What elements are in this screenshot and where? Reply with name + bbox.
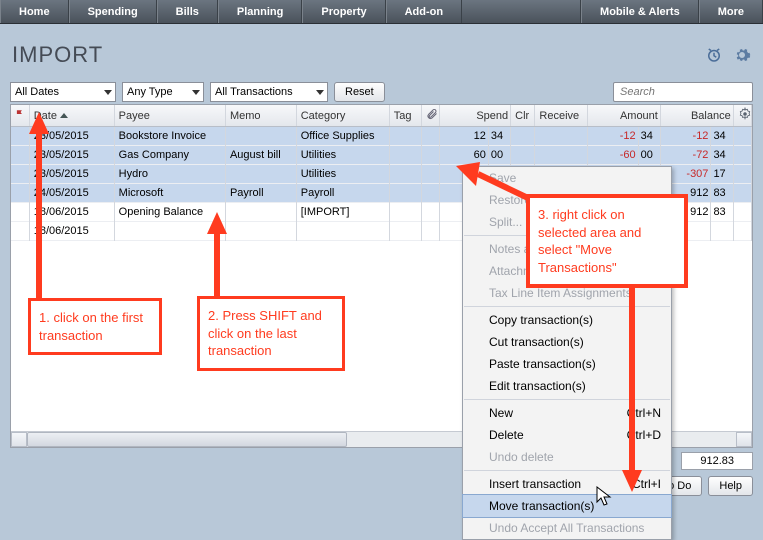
col-balance[interactable]: Balance <box>660 105 733 127</box>
nav-planning[interactable]: Planning <box>218 0 302 23</box>
col-payee[interactable]: Payee <box>114 105 225 127</box>
nav-home[interactable]: Home <box>0 0 69 23</box>
nav-mobile[interactable]: Mobile & Alerts <box>581 0 699 23</box>
col-settings[interactable] <box>733 105 751 127</box>
col-memo[interactable]: Memo <box>225 105 296 127</box>
col-clr[interactable]: Clr <box>511 105 535 127</box>
nav-property[interactable]: Property <box>302 0 385 23</box>
gear-icon[interactable] <box>733 46 751 64</box>
col-category[interactable]: Category <box>296 105 389 127</box>
arrow-1 <box>27 112 51 300</box>
col-spend[interactable]: Spend <box>440 105 511 127</box>
sort-asc-icon <box>60 113 68 118</box>
mouse-cursor-icon <box>596 486 612 509</box>
help-button[interactable]: Help <box>708 476 753 496</box>
col-tag[interactable]: Tag <box>389 105 421 127</box>
col-receive[interactable]: Receive <box>535 105 588 127</box>
nav-more[interactable]: More <box>699 0 763 23</box>
ctx-undo-accept: Undo Accept All Transactions <box>463 517 671 539</box>
annotation-3: 3. right click on selected area and sele… <box>526 194 688 288</box>
top-nav: Home Spending Bills Planning Property Ad… <box>0 0 763 24</box>
filter-dates[interactable]: All Dates <box>10 82 116 102</box>
page-title: IMPORT <box>12 42 103 68</box>
col-amount[interactable]: Amount <box>588 105 661 127</box>
reminder-clock-icon[interactable] <box>705 46 723 64</box>
filter-transactions[interactable]: All Transactions <box>210 82 328 102</box>
ctx-move[interactable]: Move transaction(s) <box>462 494 672 518</box>
nav-spacer <box>462 0 581 23</box>
annotation-2: 2. Press SHIFT and click on the last tra… <box>197 296 345 371</box>
nav-bills[interactable]: Bills <box>157 0 218 23</box>
annotation-1: 1. click on the first transaction <box>28 298 162 355</box>
arrow-3b <box>620 254 644 492</box>
table-row[interactable]: 23/05/2015Bookstore InvoiceOffice Suppli… <box>11 127 752 146</box>
col-attachment[interactable] <box>422 105 440 127</box>
column-headers: Date Payee Memo Category Tag Spend Clr R… <box>11 105 752 127</box>
table-row[interactable]: 23/05/2015Gas CompanyAugust billUtilitie… <box>11 146 752 165</box>
nav-spending[interactable]: Spending <box>69 0 157 23</box>
reset-button[interactable]: Reset <box>334 82 385 102</box>
arrow-2 <box>205 212 229 298</box>
search-input[interactable] <box>613 82 753 102</box>
balance-total: 912.83 <box>681 452 753 470</box>
nav-addon[interactable]: Add-on <box>386 0 462 23</box>
arrow-3a <box>456 162 530 206</box>
filter-type[interactable]: Any Type <box>122 82 204 102</box>
